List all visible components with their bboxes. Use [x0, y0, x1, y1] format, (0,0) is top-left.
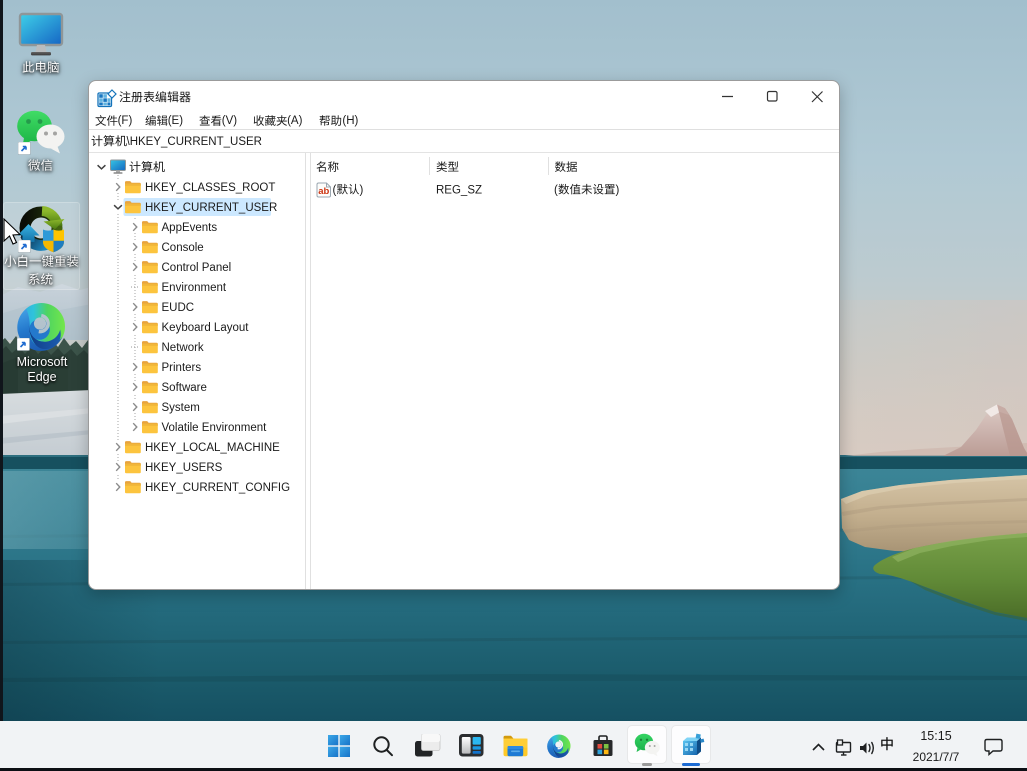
svg-text:Software: Software — [162, 382, 207, 394]
svg-text:(: ( — [333, 185, 337, 197]
svg-text:HKEY_CLASSES_ROOT: HKEY_CLASSES_ROOT — [145, 182, 275, 194]
svg-text:): ) — [616, 185, 620, 197]
svg-text:(: ( — [554, 185, 558, 197]
svg-text:ab: ab — [318, 186, 329, 197]
svg-text:HKEY_LOCAL_MACHINE: HKEY_LOCAL_MACHINE — [145, 442, 280, 454]
svg-text:): ) — [360, 185, 364, 197]
svg-text:Console: Console — [162, 242, 204, 254]
svg-text:AppEvents: AppEvents — [162, 222, 218, 234]
svg-text:EUDC: EUDC — [162, 302, 195, 314]
svg-text:HKEY_USERS: HKEY_USERS — [145, 462, 223, 474]
svg-text:Control Panel: Control Panel — [162, 262, 232, 274]
svg-text:REG_SZ: REG_SZ — [436, 185, 482, 197]
svg-text:Network: Network — [162, 342, 204, 354]
svg-text:Printers: Printers — [162, 362, 202, 374]
svg-text:HKEY_CURRENT_USER: HKEY_CURRENT_USER — [145, 202, 277, 214]
svg-text:System: System — [162, 402, 200, 414]
svg-text:HKEY_CURRENT_CONFIG: HKEY_CURRENT_CONFIG — [145, 482, 290, 494]
svg-text:Volatile Environment: Volatile Environment — [162, 422, 268, 434]
svg-text:Environment: Environment — [162, 282, 227, 294]
svg-text:Keyboard Layout: Keyboard Layout — [162, 322, 250, 334]
